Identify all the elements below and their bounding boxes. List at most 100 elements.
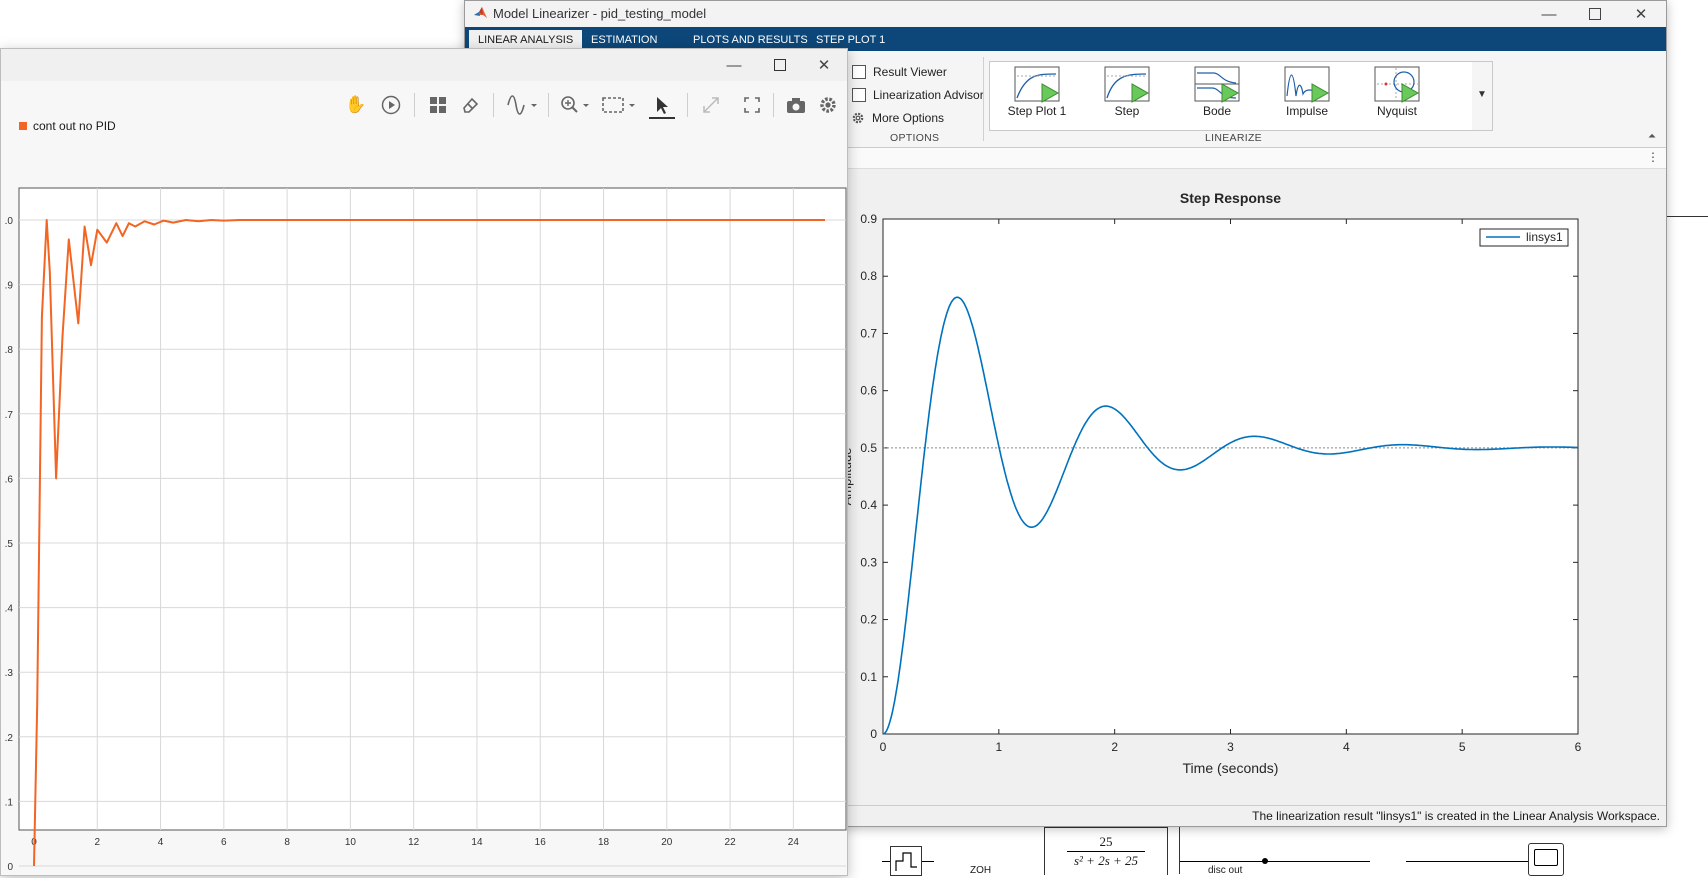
eraser-icon bbox=[463, 97, 479, 113]
zoom-icon bbox=[561, 96, 589, 113]
settings-icon bbox=[820, 97, 836, 113]
expand-button[interactable] bbox=[698, 93, 724, 117]
maximize-button[interactable] bbox=[1572, 1, 1618, 27]
minimize-icon: — bbox=[726, 56, 742, 74]
impulse-item[interactable]: Impulse bbox=[1266, 64, 1348, 128]
y-tick-label: 0.9 bbox=[860, 212, 877, 226]
play-icon bbox=[381, 95, 401, 115]
tf-denominator: s² + 2s + 25 bbox=[1073, 853, 1139, 868]
document-actions-icon[interactable]: ⋮ bbox=[1647, 150, 1659, 164]
fullscreen-icon bbox=[744, 97, 760, 113]
step-plot-1-item[interactable]: Step Plot 1 bbox=[996, 64, 1078, 128]
x-tick-label: 3 bbox=[1227, 740, 1234, 754]
x-tick-label: 6 bbox=[1575, 740, 1582, 754]
scope-window: — ✕ ✋ cont out no PID 0 2 4 6 8 10 12 14 16 18 20 2… bbox=[0, 48, 848, 876]
close-button[interactable]: ✕ bbox=[1618, 1, 1664, 27]
result-viewer-option[interactable]: Result Viewer bbox=[852, 65, 947, 79]
simulink-canvas: ZOH 25 s² + 2s + 25 disc out bbox=[846, 825, 1708, 876]
y-tick-label: .1 bbox=[5, 797, 14, 808]
x-tick-label: 10 bbox=[345, 837, 357, 848]
camera-icon bbox=[787, 98, 805, 113]
plot-title: Step Response bbox=[1180, 190, 1281, 206]
scope-minimize-button[interactable]: — bbox=[711, 52, 757, 78]
result-viewer-label: Result Viewer bbox=[873, 65, 947, 79]
scope-toolbar: ✋ bbox=[1, 81, 847, 129]
step-icon bbox=[1104, 66, 1150, 104]
scope-block[interactable] bbox=[1528, 843, 1564, 876]
fit-axes-icon bbox=[602, 97, 635, 113]
y-tick-label: 0.1 bbox=[860, 670, 877, 684]
scope-close-button[interactable]: ✕ bbox=[801, 52, 847, 78]
y-tick-label: .3 bbox=[5, 668, 14, 679]
cursor-icon bbox=[657, 97, 668, 114]
x-tick-label: 2 bbox=[1111, 740, 1118, 754]
step-plot-1-label: Step Plot 1 bbox=[1007, 104, 1067, 118]
layout-icon bbox=[430, 97, 446, 113]
axes-box bbox=[882, 218, 1579, 735]
signal-icon bbox=[507, 95, 537, 115]
close-icon: ✕ bbox=[1634, 6, 1648, 23]
maximize-icon bbox=[1589, 8, 1601, 20]
step-item[interactable]: Step bbox=[1086, 64, 1168, 128]
layout-button[interactable] bbox=[425, 93, 451, 117]
zoom-button[interactable] bbox=[559, 93, 593, 117]
toolbar-separator bbox=[773, 93, 774, 117]
matlab-logo-icon bbox=[474, 7, 487, 18]
y-tick-label: .6 bbox=[5, 474, 14, 485]
collapse-toolstrip-icon[interactable]: ⏶ bbox=[1648, 131, 1656, 142]
minimize-icon: — bbox=[1541, 5, 1557, 23]
clear-button[interactable] bbox=[457, 93, 483, 117]
signal-line bbox=[1406, 861, 1528, 862]
linearization-advisor-option[interactable]: Linearization Advisor bbox=[852, 88, 984, 102]
zoh-block[interactable] bbox=[890, 846, 922, 876]
branch-point bbox=[1262, 858, 1268, 864]
legend-box: linsys1 bbox=[1479, 228, 1569, 247]
bode-icon bbox=[1194, 66, 1240, 104]
y-tick-label: 0 bbox=[870, 727, 877, 741]
nyquist-label: Nyquist bbox=[1376, 104, 1417, 118]
y-tick-label: 0.3 bbox=[860, 555, 877, 569]
step-plot-icon bbox=[1014, 66, 1060, 104]
linearizer-titlebar: Model Linearizer - pid_testing_model — ✕ bbox=[465, 1, 1666, 27]
more-options-label: More Options bbox=[872, 111, 945, 125]
y-tick-label: 0.7 bbox=[860, 326, 877, 340]
tf-numerator: 25 bbox=[1099, 834, 1113, 849]
pan-button[interactable]: ✋ bbox=[343, 93, 369, 117]
scope-legend[interactable]: cont out no PID bbox=[19, 119, 116, 133]
y-tick-label: .5 bbox=[5, 539, 14, 550]
scope-maximize-button[interactable] bbox=[757, 52, 803, 78]
x-tick-label: 4 bbox=[158, 837, 164, 848]
nyquist-item[interactable]: Nyquist bbox=[1356, 64, 1438, 128]
toolbar-separator bbox=[493, 93, 494, 117]
legend-swatch bbox=[19, 122, 27, 130]
gallery-expand-button[interactable]: ▼ bbox=[1472, 61, 1493, 131]
y-tick-label: .7 bbox=[5, 410, 14, 421]
x-tick-label: 4 bbox=[1343, 740, 1350, 754]
minimize-button[interactable]: — bbox=[1526, 1, 1572, 27]
toolbar-separator bbox=[414, 93, 415, 117]
x-tick-label: 22 bbox=[725, 837, 737, 848]
fullscreen-button[interactable] bbox=[739, 93, 765, 117]
x-tick-label: 14 bbox=[471, 837, 483, 848]
linearization-advisor-checkbox[interactable] bbox=[852, 88, 866, 102]
snapshot-button[interactable] bbox=[783, 93, 809, 117]
cursor-button[interactable] bbox=[649, 93, 675, 119]
transfer-function-block[interactable]: 25 s² + 2s + 25 bbox=[1044, 827, 1168, 875]
run-button[interactable] bbox=[378, 93, 404, 117]
settings-button[interactable] bbox=[815, 93, 841, 117]
linearization-advisor-label: Linearization Advisor bbox=[873, 88, 984, 102]
bode-item[interactable]: Bode bbox=[1176, 64, 1258, 128]
more-options-button[interactable]: More Options bbox=[851, 111, 944, 125]
x-tick-label: 2 bbox=[94, 837, 100, 848]
tf-fraction-bar bbox=[1067, 851, 1145, 852]
linearizer-title: Model Linearizer - pid_testing_model bbox=[493, 6, 707, 21]
status-message: The linearization result "linsys1" is cr… bbox=[1252, 809, 1660, 823]
pan-icon: ✋ bbox=[345, 95, 367, 114]
y-tick-label: 0.8 bbox=[860, 269, 877, 283]
x-tick-label: 6 bbox=[221, 837, 227, 848]
x-tick-label: 20 bbox=[661, 837, 673, 848]
result-viewer-checkbox[interactable] bbox=[852, 65, 866, 79]
signal-button[interactable] bbox=[505, 93, 541, 117]
fit-axes-button[interactable] bbox=[601, 93, 639, 117]
x-tick-label: 24 bbox=[788, 837, 800, 848]
